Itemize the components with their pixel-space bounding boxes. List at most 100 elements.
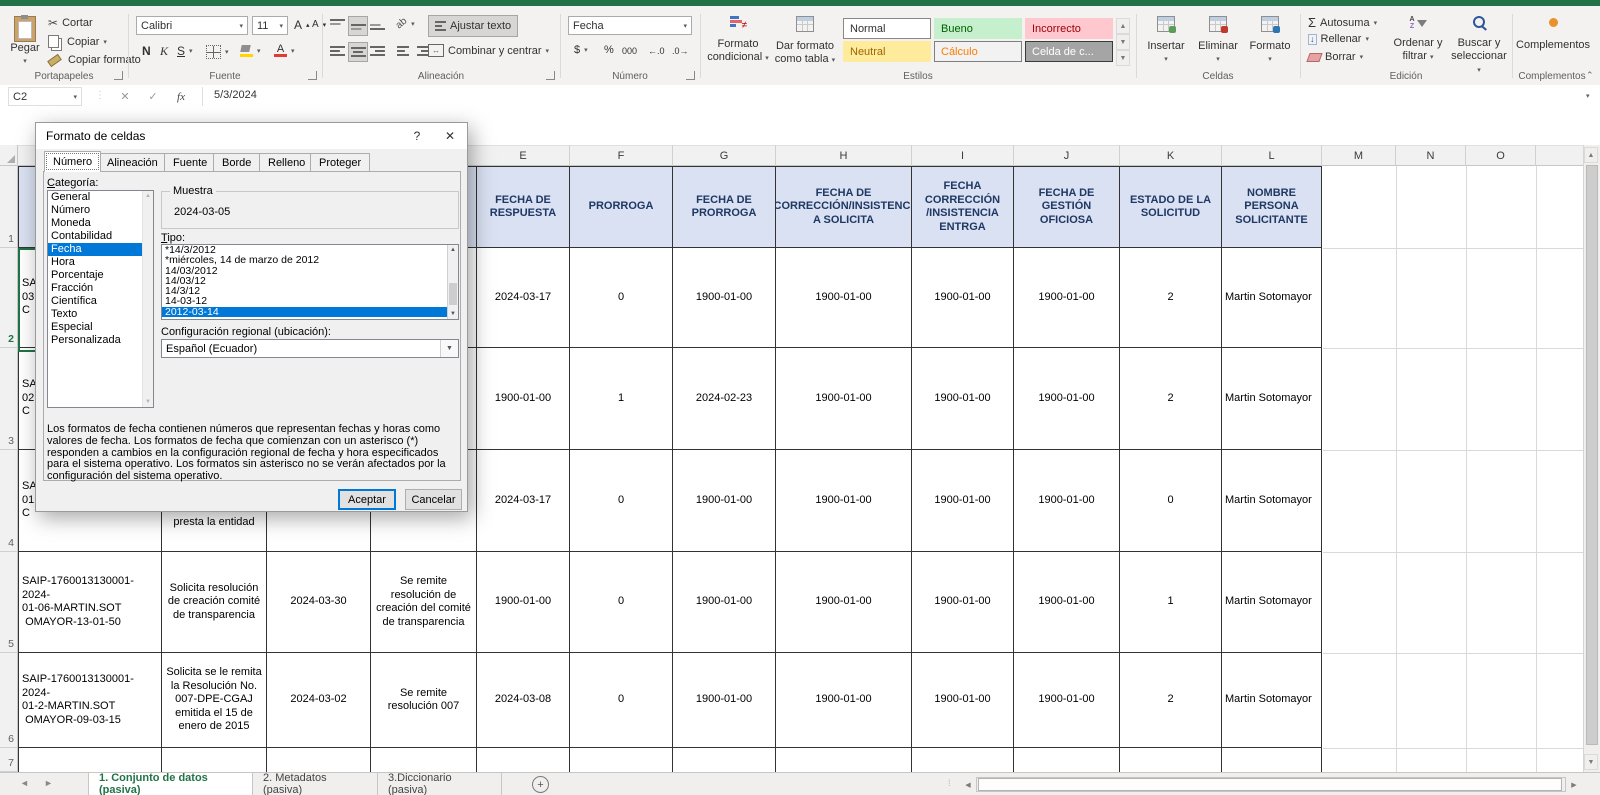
number-dialog-launcher[interactable] [686, 71, 695, 80]
gallery-up-button[interactable]: ▲ [1116, 18, 1130, 34]
column-header-J[interactable]: J [1014, 145, 1120, 166]
cell-J1[interactable]: FECHA DE GESTIÓN OFICIOSA [1014, 166, 1120, 248]
row-header-4[interactable]: 4 [0, 450, 18, 552]
category-listbox[interactable]: General Número Moneda Contabilidad Fecha… [47, 190, 154, 408]
fill-button[interactable]: ↓ Rellenar ▾ [1308, 33, 1369, 45]
cell-D6[interactable]: Se remite resolución 007 [371, 653, 477, 748]
gallery-down-button[interactable]: ▼ [1116, 34, 1130, 50]
cell-K7[interactable] [1120, 748, 1222, 772]
cell-J2[interactable]: 1900-01-00 [1014, 248, 1120, 348]
increase-font-button[interactable]: A▴ [294, 18, 310, 32]
copy-button[interactable]: Copiar ▾ [48, 35, 107, 48]
type-item[interactable]: 14/03/2012 [162, 266, 458, 276]
cell-I5[interactable]: 1900-01-00 [912, 552, 1014, 653]
row-header-2[interactable]: 2 [0, 248, 18, 348]
style-normal[interactable]: Normal [843, 18, 931, 39]
cell-L3[interactable]: Martin Sotomayor [1222, 348, 1322, 450]
enter-entry-button[interactable]: ✓ [140, 87, 166, 106]
hscroll-right-icon[interactable]: ▶ [1566, 777, 1582, 792]
cell-G6[interactable]: 1900-01-00 [673, 653, 776, 748]
type-item[interactable]: 14/03/12 [162, 276, 458, 286]
column-header-E[interactable]: E [477, 145, 570, 166]
cell-K1[interactable]: ESTADO DE LA SOLICITUD [1120, 166, 1222, 248]
category-item[interactable]: Número [48, 204, 153, 217]
cell-H6[interactable]: 1900-01-00 [776, 653, 912, 748]
cell-H2[interactable]: 1900-01-00 [776, 248, 912, 348]
select-all-button[interactable] [0, 145, 18, 166]
align-right-button[interactable] [368, 42, 386, 60]
cell-H1[interactable]: FECHA DE CORRECCIÓN/INSISTENCI A SOLICIT… [776, 166, 912, 248]
cell-F1[interactable]: PRORROGA [570, 166, 673, 248]
locale-combo[interactable]: Español (Ecuador) ▼ [161, 339, 459, 358]
cell-K6[interactable]: 2 [1120, 653, 1222, 748]
dialog-help-button[interactable]: ? [402, 123, 432, 149]
cell-K5[interactable]: 1 [1120, 552, 1222, 653]
cell-J6[interactable]: 1900-01-00 [1014, 653, 1120, 748]
font-size-combo[interactable]: 11 ▾ [252, 16, 288, 35]
scroll-down-icon[interactable]: ▼ [1584, 754, 1598, 770]
cell-B6[interactable]: Solicita se le remita la Resolución No. … [162, 653, 267, 748]
cut-button[interactable]: ✂ Cortar [48, 16, 93, 30]
format-painter-button[interactable]: Copiar formato [48, 54, 141, 66]
format-as-table-button[interactable]: Dar formato como tabla ▾ [772, 16, 838, 67]
tab-alineacion[interactable]: Alineación [98, 153, 167, 172]
category-list-scrollbar[interactable]: ▲▼ [142, 191, 153, 407]
column-header-F[interactable]: F [570, 145, 673, 166]
wrap-text-button[interactable]: Ajustar texto [428, 15, 518, 37]
cancel-button[interactable]: Cancelar [405, 489, 462, 510]
hscroll-left-icon[interactable]: ◀ [960, 777, 976, 792]
category-item-selected[interactable]: Fecha [48, 243, 153, 256]
cell-K2[interactable]: 2 [1120, 248, 1222, 348]
cell-F4[interactable]: 0 [570, 450, 673, 552]
name-box[interactable]: C2 ▾ [8, 87, 82, 106]
cell-L2[interactable]: Martin Sotomayor [1222, 248, 1322, 348]
cell-C6[interactable]: 2024-03-02 [267, 653, 371, 748]
style-bad[interactable]: Incorrecto [1025, 18, 1113, 39]
cell-F5[interactable]: 0 [570, 552, 673, 653]
cell-F6[interactable]: 0 [570, 653, 673, 748]
top-align-button[interactable] [328, 16, 346, 34]
cell-F7[interactable] [570, 748, 673, 772]
column-header-H[interactable]: H [776, 145, 912, 166]
style-check-cell[interactable]: Celda de c... [1025, 41, 1113, 62]
cell-I3[interactable]: 1900-01-00 [912, 348, 1014, 450]
clear-button[interactable]: Borrar ▾ [1308, 51, 1363, 63]
number-format-combo[interactable]: Fecha ▾ [568, 16, 692, 35]
column-header-K[interactable]: K [1120, 145, 1222, 166]
cell-I7[interactable] [912, 748, 1014, 772]
style-good[interactable]: Bueno [934, 18, 1022, 39]
dialog-close-button[interactable]: ✕ [435, 123, 465, 149]
cell-E5[interactable]: 1900-01-00 [477, 552, 570, 653]
tab-borde[interactable]: Borde [213, 153, 260, 172]
cell-A7[interactable] [18, 748, 162, 772]
cell-E4[interactable]: 2024-03-17 [477, 450, 570, 552]
cell-H4[interactable]: 1900-01-00 [776, 450, 912, 552]
cell-D7[interactable] [371, 748, 477, 772]
sheet-tab-diccionario[interactable]: 3.Diccionario (pasiva) [378, 773, 502, 795]
cell-E7[interactable] [477, 748, 570, 772]
sheet-nav-left-icon[interactable]: ◄ [20, 778, 29, 788]
fill-color-button[interactable]: ▾ [240, 45, 261, 57]
align-left-button[interactable] [328, 42, 346, 60]
cell-G5[interactable]: 1900-01-00 [673, 552, 776, 653]
cell-A5[interactable]: SAIP-1760013130001-2024- 01-06-MARTIN.SO… [18, 552, 162, 653]
formula-input[interactable]: 5/3/2024 [214, 89, 257, 101]
sheet-tab-conjunto-de-datos[interactable]: 1. Conjunto de datos (pasiva) [88, 773, 253, 795]
cell-H7[interactable] [776, 748, 912, 772]
cell-B5[interactable]: Solicita resolución de creación comité d… [162, 552, 267, 653]
cell-E6[interactable]: 2024-03-08 [477, 653, 570, 748]
category-item[interactable]: Porcentaje [48, 269, 153, 282]
borders-button[interactable]: ▾ [206, 45, 229, 59]
cell-J5[interactable]: 1900-01-00 [1014, 552, 1120, 653]
bold-button[interactable]: N [142, 44, 151, 58]
row-header-3[interactable]: 3 [0, 348, 18, 450]
tab-relleno[interactable]: Relleno [259, 153, 314, 172]
cell-L4[interactable]: Martin Sotomayor [1222, 450, 1322, 552]
category-item[interactable]: Texto [48, 308, 153, 321]
cell-L1[interactable]: NOMBRE PERSONA SOLICITANTE [1222, 166, 1322, 248]
bottom-align-button[interactable] [368, 16, 386, 34]
cell-H5[interactable]: 1900-01-00 [776, 552, 912, 653]
align-center-button[interactable] [348, 42, 368, 62]
row-header-5[interactable]: 5 [0, 552, 18, 653]
format-cells-button[interactable]: Formato ▾ [1246, 16, 1294, 66]
